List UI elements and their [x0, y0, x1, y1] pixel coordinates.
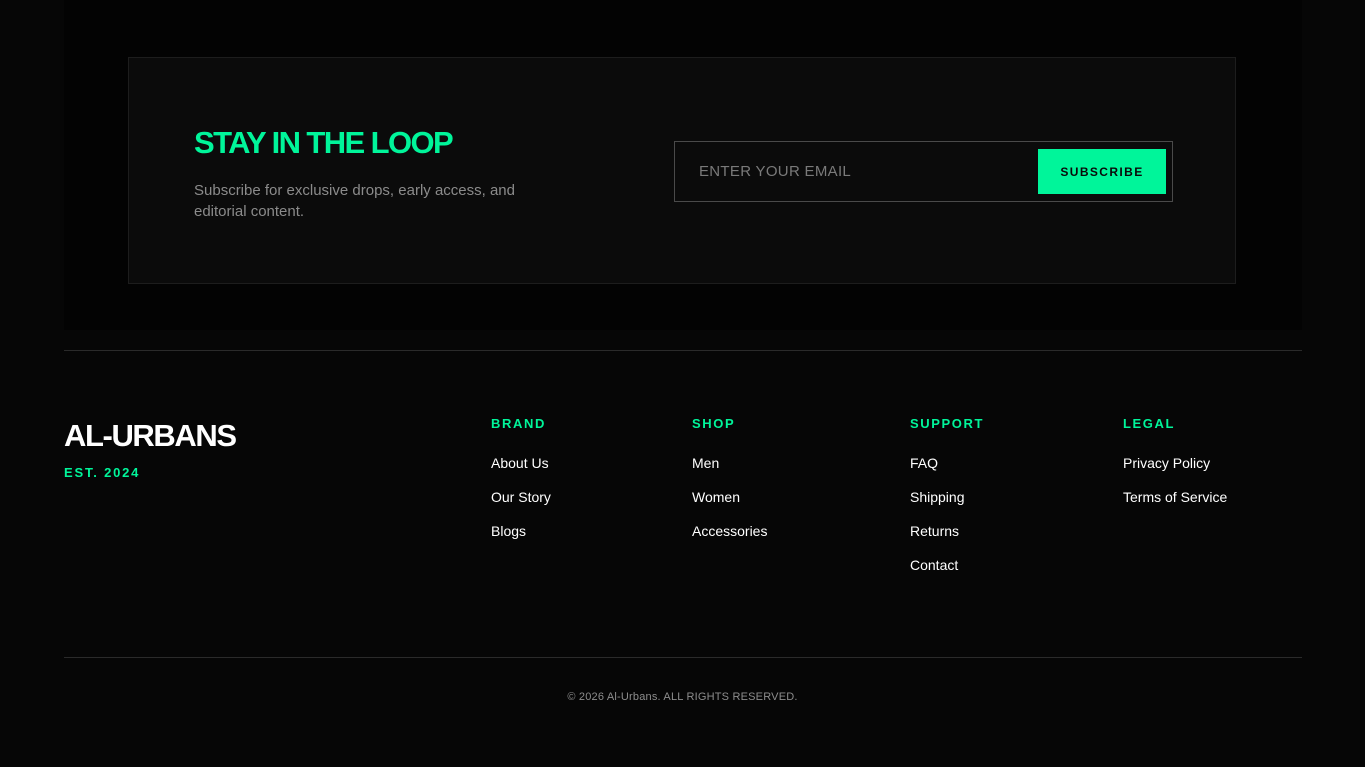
subscribe-button[interactable]: SUBSCRIBE: [1038, 149, 1166, 194]
copyright-text: © 2026 Al-Urbans. ALL RIGHTS RESERVED.: [567, 691, 798, 703]
list-item: Returns: [910, 522, 984, 556]
footer-link-about-us[interactable]: About Us: [491, 455, 549, 471]
list-item: Shipping: [910, 488, 984, 522]
footer-column-legal: LEGAL Privacy Policy Terms of Service: [1123, 416, 1227, 522]
footer-column-shop: SHOP Men Women Accessories: [692, 416, 767, 556]
brand-logo[interactable]: AL-URBANS: [64, 418, 237, 454]
newsletter-description: Subscribe for exclusive drops, early acc…: [194, 182, 515, 220]
brand-tagline: EST. 2024: [64, 465, 141, 480]
page: STAY IN THE LOOP Subscribe for exclusive…: [0, 0, 1365, 767]
list-item: Blogs: [491, 522, 551, 556]
list-item: Terms of Service: [1123, 488, 1227, 522]
footer-link-men[interactable]: Men: [692, 455, 719, 471]
footer-links-support: FAQ Shipping Returns Contact: [910, 454, 984, 590]
footer-heading-legal: LEGAL: [1123, 416, 1176, 431]
footer-links-legal: Privacy Policy Terms of Service: [1123, 454, 1227, 522]
footer-link-shipping[interactable]: Shipping: [910, 489, 965, 505]
footer-link-terms-of-service[interactable]: Terms of Service: [1123, 489, 1227, 505]
list-item: Accessories: [692, 522, 767, 556]
list-item: FAQ: [910, 454, 984, 488]
footer-links-brand: About Us Our Story Blogs: [491, 454, 551, 556]
footer-link-blogs[interactable]: Blogs: [491, 523, 526, 539]
list-item: About Us: [491, 454, 551, 488]
footer-heading-support: SUPPORT: [910, 416, 985, 431]
footer-link-contact[interactable]: Contact: [910, 557, 958, 573]
email-input[interactable]: [675, 142, 1030, 201]
list-item: Men: [692, 454, 767, 488]
footer-link-returns[interactable]: Returns: [910, 523, 959, 539]
list-item: Women: [692, 488, 767, 522]
footer-links-shop: Men Women Accessories: [692, 454, 767, 556]
footer-link-our-story[interactable]: Our Story: [491, 489, 551, 505]
list-item: Our Story: [491, 488, 551, 522]
footer-link-accessories[interactable]: Accessories: [692, 523, 767, 539]
newsletter-form: SUBSCRIBE: [674, 141, 1173, 202]
footer-heading-shop: SHOP: [692, 416, 736, 431]
list-item: Privacy Policy: [1123, 454, 1227, 488]
footer-divider-top: [64, 350, 1302, 351]
footer-link-privacy-policy[interactable]: Privacy Policy: [1123, 455, 1210, 471]
list-item: Contact: [910, 556, 984, 590]
newsletter-title: STAY IN THE LOOP: [194, 125, 454, 160]
footer-divider-bottom: [64, 657, 1302, 658]
footer-link-women[interactable]: Women: [692, 489, 740, 505]
footer-link-faq[interactable]: FAQ: [910, 455, 938, 471]
footer-column-support: SUPPORT FAQ Shipping Returns Contact: [910, 416, 984, 590]
newsletter-box: STAY IN THE LOOP Subscribe for exclusive…: [128, 57, 1236, 284]
footer-heading-brand: BRAND: [491, 416, 546, 431]
footer-column-brand: BRAND About Us Our Story Blogs: [491, 416, 551, 556]
